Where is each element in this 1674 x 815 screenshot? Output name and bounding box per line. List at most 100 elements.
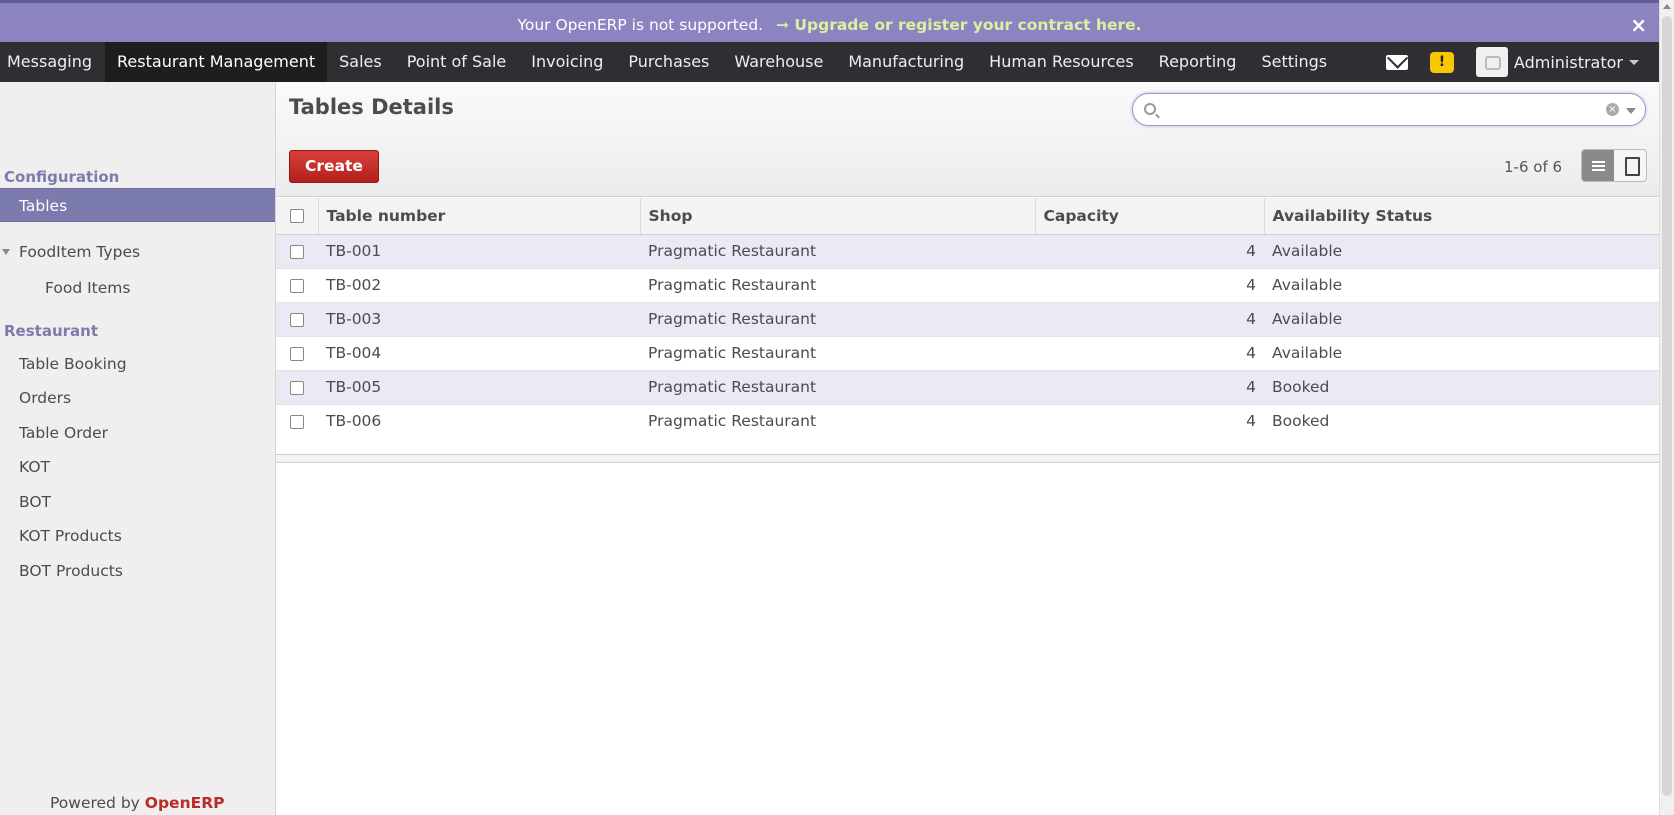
table-row[interactable]: TB-002 Pragmatic Restaurant 4 Available <box>276 267 1659 302</box>
cell-shop[interactable]: Pragmatic Restaurant <box>640 301 1035 336</box>
cell-table-number[interactable]: TB-004 <box>318 335 640 370</box>
row-checkbox[interactable] <box>290 312 304 327</box>
clear-icon[interactable]: × <box>1606 103 1619 116</box>
search-box[interactable]: × <box>1132 93 1646 126</box>
select-all-checkbox[interactable] <box>290 209 304 224</box>
sidebar-item-orders[interactable]: Orders <box>0 381 275 415</box>
menu-human-resources[interactable]: Human Resources <box>977 42 1147 82</box>
column-header-shop[interactable]: Shop <box>639 198 1035 235</box>
row-checkbox[interactable] <box>290 380 304 395</box>
table-row[interactable]: TB-003 Pragmatic Restaurant 4 Available <box>276 301 1659 336</box>
table-row[interactable]: TB-006 Pragmatic Restaurant 4 Booked <box>276 403 1659 438</box>
cell-status[interactable]: Available <box>1264 301 1659 336</box>
sidebar-item-fooditem-types[interactable]: FoodItem Types <box>0 235 275 269</box>
pager[interactable]: 1-6 of 6 <box>1504 158 1562 176</box>
menu-messaging[interactable]: Messaging <box>0 42 105 82</box>
column-header-table-number[interactable]: Table number <box>317 198 640 235</box>
cell-table-number[interactable]: TB-005 <box>318 369 640 404</box>
user-area: ! Administrator <box>1385 42 1659 82</box>
menu-warehouse[interactable]: Warehouse <box>722 42 836 82</box>
close-icon[interactable]: × <box>1630 3 1647 47</box>
menu-reporting[interactable]: Reporting <box>1147 42 1250 82</box>
cell-table-number[interactable]: TB-006 <box>318 403 640 438</box>
warning-icon[interactable]: ! <box>1429 51 1454 73</box>
table-header-row: Table number Shop Capacity Availability … <box>276 198 1659 235</box>
sidebar-item-food-items[interactable]: Food Items <box>0 271 275 305</box>
search-input[interactable] <box>1161 97 1581 122</box>
list-view-icon[interactable] <box>1582 150 1614 181</box>
upgrade-link[interactable]: ➞ Upgrade or register your contract here… <box>776 16 1142 34</box>
cell-capacity[interactable]: 4 <box>1035 267 1264 302</box>
cell-capacity[interactable]: 4 <box>1035 369 1264 404</box>
row-select-cell <box>276 267 318 302</box>
cell-shop[interactable]: Pragmatic Restaurant <box>640 233 1035 268</box>
menu-restaurant-management[interactable]: Restaurant Management <box>105 42 328 82</box>
cell-table-number[interactable]: TB-001 <box>318 233 640 268</box>
column-header-availability-status[interactable]: Availability Status <box>1263 198 1659 235</box>
cell-table-number[interactable]: TB-002 <box>318 267 640 302</box>
cell-status[interactable]: Booked <box>1264 403 1659 438</box>
cell-status[interactable]: Booked <box>1264 369 1659 404</box>
cell-shop[interactable]: Pragmatic Restaurant <box>640 335 1035 370</box>
page-title: Tables Details <box>289 95 454 119</box>
row-checkbox[interactable] <box>290 346 304 361</box>
row-checkbox[interactable] <box>290 414 304 429</box>
notification-bar: Your OpenERP is not supported. ➞ Upgrade… <box>0 0 1659 42</box>
menu-settings[interactable]: Settings <box>1249 42 1340 82</box>
cell-shop[interactable]: Pragmatic Restaurant <box>640 403 1035 438</box>
main-content: Tables Details × Create 1-6 of 6 Table n… <box>276 82 1659 815</box>
form-view-icon[interactable] <box>1614 150 1646 181</box>
mail-icon[interactable] <box>1385 54 1408 70</box>
menu-purchases[interactable]: Purchases <box>616 42 722 82</box>
row-checkbox[interactable] <box>290 278 304 293</box>
table-row[interactable]: TB-004 Pragmatic Restaurant 4 Available <box>276 335 1659 370</box>
cell-status[interactable]: Available <box>1264 233 1659 268</box>
view-header: Tables Details × Create 1-6 of 6 <box>276 82 1659 197</box>
menu-point-of-sale[interactable]: Point of Sale <box>395 42 520 82</box>
cell-table-number[interactable]: TB-003 <box>318 301 640 336</box>
scrollbar-thumb[interactable] <box>1662 16 1672 796</box>
menu-invoicing[interactable]: Invoicing <box>519 42 616 82</box>
powered-by-label: Powered by <box>50 794 140 812</box>
sidebar-section-configuration: Configuration <box>4 168 120 186</box>
table-footer <box>276 454 1659 463</box>
cell-shop[interactable]: Pragmatic Restaurant <box>640 369 1035 404</box>
search-options-icon[interactable] <box>1626 108 1636 114</box>
cell-capacity[interactable]: 4 <box>1035 233 1264 268</box>
select-all-cell <box>276 198 318 235</box>
sidebar-item-kot[interactable]: KOT <box>0 450 275 484</box>
row-select-cell <box>276 335 318 370</box>
create-button[interactable]: Create <box>289 150 379 183</box>
cell-capacity[interactable]: 4 <box>1035 335 1264 370</box>
row-select-cell <box>276 403 318 438</box>
cell-status[interactable]: Available <box>1264 335 1659 370</box>
powered-by: Powered by OpenERP <box>50 794 224 812</box>
cell-capacity[interactable]: 4 <box>1035 403 1264 438</box>
row-select-cell <box>276 369 318 404</box>
row-checkbox[interactable] <box>290 244 304 259</box>
scrollbar[interactable] <box>1659 0 1674 815</box>
sidebar-item-table-booking[interactable]: Table Booking <box>0 347 275 381</box>
menu-manufacturing[interactable]: Manufacturing <box>836 42 977 82</box>
menu-sales[interactable]: Sales <box>327 42 395 82</box>
sidebar-item-kot-products[interactable]: KOT Products <box>0 519 275 553</box>
cell-capacity[interactable]: 4 <box>1035 301 1264 336</box>
sidebar: Configuration Tables FoodItem Types Food… <box>0 82 276 815</box>
chevron-down-icon[interactable] <box>1629 59 1639 65</box>
avatar[interactable] <box>1475 47 1508 77</box>
sidebar-item-tables[interactable]: Tables <box>0 188 275 222</box>
table-row[interactable]: TB-005 Pragmatic Restaurant 4 Booked <box>276 369 1659 404</box>
openerp-link[interactable]: OpenERP <box>145 794 225 812</box>
expand-triangle-icon[interactable] <box>2 249 10 255</box>
cell-status[interactable]: Available <box>1264 267 1659 302</box>
sidebar-item-table-order[interactable]: Table Order <box>0 416 275 450</box>
scroll-up-icon[interactable] <box>1663 4 1671 9</box>
table-row[interactable]: TB-001 Pragmatic Restaurant 4 Available <box>276 233 1659 268</box>
user-name[interactable]: Administrator <box>1514 53 1623 72</box>
sidebar-item-bot[interactable]: BOT <box>0 485 275 519</box>
sidebar-item-bot-products[interactable]: BOT Products <box>0 554 275 588</box>
column-header-capacity[interactable]: Capacity <box>1034 198 1264 235</box>
tables-list: Table number Shop Capacity Availability … <box>276 198 1659 438</box>
cell-shop[interactable]: Pragmatic Restaurant <box>640 267 1035 302</box>
search-icon <box>1144 103 1156 115</box>
